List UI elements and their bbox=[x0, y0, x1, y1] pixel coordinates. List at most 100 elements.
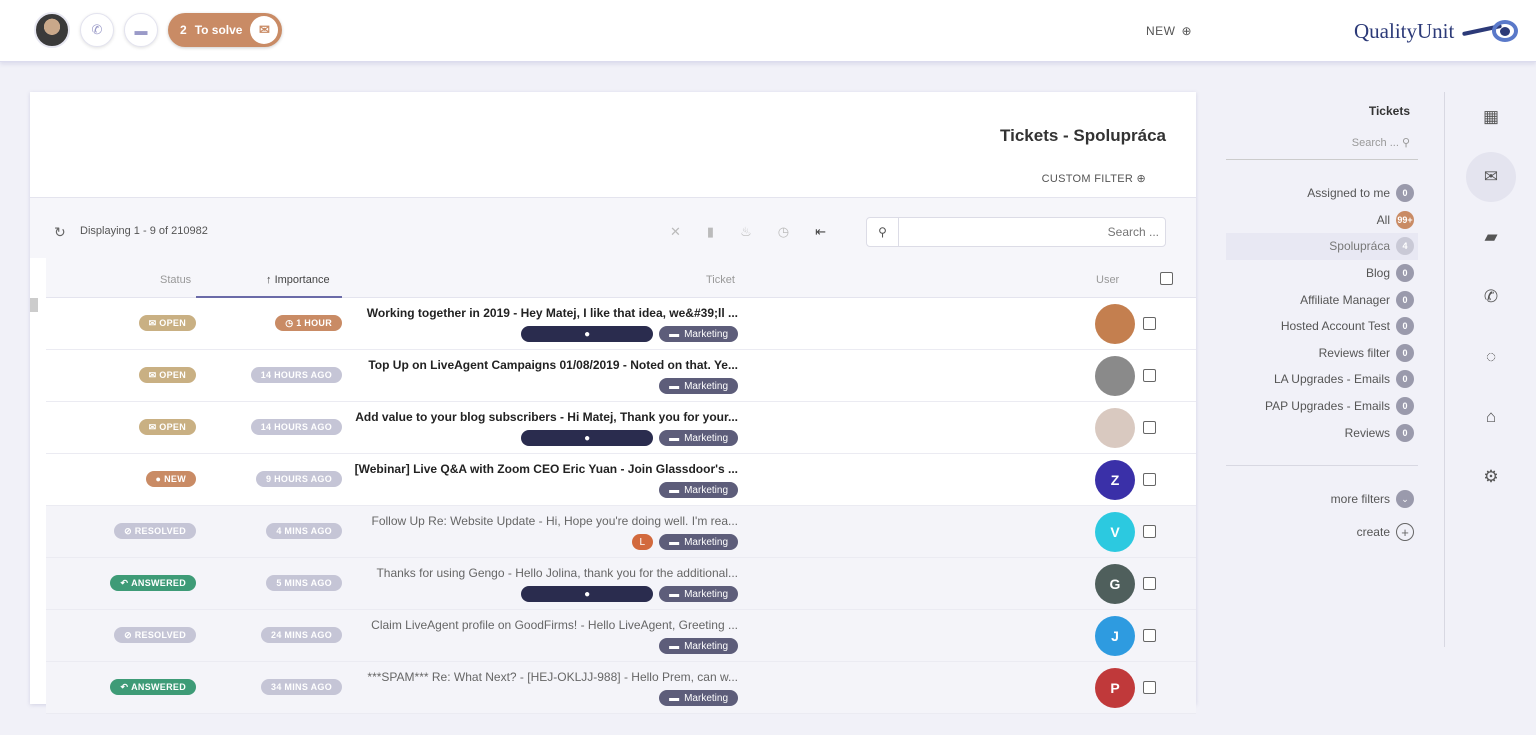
row-checkbox[interactable] bbox=[1143, 577, 1156, 590]
row-checkbox[interactable] bbox=[1143, 421, 1156, 434]
column-importance[interactable]: ↑ Importance bbox=[266, 274, 330, 286]
scrollbar-thumb[interactable] bbox=[30, 298, 38, 312]
sidebar-item-affiliate-manager[interactable]: Affiliate Manager 0 bbox=[1226, 286, 1418, 313]
ticket-subject[interactable]: [Webinar] Live Q&A with Zoom CEO Eric Yu… bbox=[318, 462, 738, 476]
sidebar-item-reviews-filter[interactable]: Reviews filter 0 bbox=[1226, 340, 1418, 367]
sidebar-item-la-upgrades-emails[interactable]: LA Upgrades - Emails 0 bbox=[1226, 366, 1418, 393]
phone-icon: ✆ bbox=[1483, 287, 1499, 306]
sidebar-item-all[interactable]: All 99+ bbox=[1226, 207, 1418, 234]
ticket-subject[interactable]: Claim LiveAgent profile on GoodFirms! - … bbox=[318, 618, 738, 632]
sidebar-item-hosted-account-test[interactable]: Hosted Account Test 0 bbox=[1226, 313, 1418, 340]
table-row[interactable]: G Thanks for using Gengo - Hello Jolina,… bbox=[46, 558, 1196, 610]
ticket-subject[interactable]: Add value to your blog subscribers - Hi … bbox=[318, 410, 738, 424]
sidebar-item-label: LA Upgrades - Emails bbox=[1273, 372, 1390, 387]
nav-rail: ▦ ✉ ▰ ✆ ◌ ⌂ ⚙ bbox=[1458, 92, 1524, 512]
nav-reports[interactable]: ◌ bbox=[1466, 332, 1516, 382]
phone-button[interactable]: ✆ bbox=[80, 13, 114, 47]
tag-l: L bbox=[631, 534, 654, 550]
table-row[interactable]: Working together in 2019 - Hey Matej, I … bbox=[46, 298, 1196, 350]
sidebar-item-pap-upgrades-emails[interactable]: PAP Upgrades - Emails 0 bbox=[1226, 393, 1418, 420]
user-avatar[interactable] bbox=[34, 12, 70, 48]
table-row[interactable]: Z [Webinar] Live Q&A with Zoom CEO Eric … bbox=[46, 454, 1196, 506]
logo: QualityUnit bbox=[1354, 14, 1526, 48]
row-checkbox[interactable] bbox=[1143, 525, 1156, 538]
table-row[interactable]: Top Up on LiveAgent Campaigns 01/08/2019… bbox=[46, 350, 1196, 402]
trash-icon[interactable]: ▮ bbox=[707, 224, 714, 240]
chat-button[interactable]: ▬ bbox=[124, 13, 158, 47]
fire-icon[interactable]: ♨ bbox=[740, 224, 752, 240]
refresh-icon[interactable]: ↻ bbox=[54, 224, 66, 241]
column-ticket[interactable]: Ticket bbox=[706, 274, 735, 286]
status-badge: ✉ OPEN bbox=[138, 315, 196, 331]
column-user[interactable]: User bbox=[1096, 274, 1119, 286]
sidebar-search[interactable]: Search ... ⚲ bbox=[1226, 136, 1418, 160]
create-filter-button[interactable]: create + bbox=[1357, 523, 1414, 541]
filter-count: 0 bbox=[1396, 264, 1414, 283]
sidebar-item-reviews[interactable]: Reviews 0 bbox=[1226, 419, 1418, 446]
search-icon: ⚲ bbox=[1401, 137, 1410, 149]
sidebar-item-label: Spolupráca bbox=[1329, 239, 1390, 254]
nav-settings[interactable]: ⚙ bbox=[1466, 452, 1516, 502]
tag-marketing: ▬ Marketing bbox=[659, 690, 738, 706]
search-icon[interactable]: ⚲ bbox=[867, 218, 899, 246]
table-row[interactable]: Add value to your blog subscribers - Hi … bbox=[46, 402, 1196, 454]
tag-marketing: ▬ Marketing bbox=[659, 534, 738, 550]
status-icon: ⊘ bbox=[124, 629, 135, 640]
nav-knowledgebase[interactable]: ⌂ bbox=[1466, 392, 1516, 442]
row-checkbox[interactable] bbox=[1143, 473, 1156, 486]
nav-dashboard[interactable]: ▦ bbox=[1466, 92, 1516, 142]
ticket-subject[interactable]: Thanks for using Gengo - Hello Jolina, t… bbox=[318, 566, 738, 580]
nav-chats[interactable]: ▰ bbox=[1466, 212, 1516, 262]
importance-badge: ◷ 1 HOUR bbox=[275, 315, 342, 331]
sidebar-divider bbox=[1444, 92, 1445, 647]
panel-header: Tickets - Spolupráca CUSTOM FILTER ⊕ bbox=[30, 92, 1196, 198]
importance-badge: 24 MINS AGO bbox=[261, 627, 342, 643]
nav-calls[interactable]: ✆ bbox=[1466, 272, 1516, 322]
importance-badge: 5 MINS AGO bbox=[266, 575, 342, 591]
folder-icon: ▬ bbox=[669, 484, 680, 496]
custom-filter-label: CUSTOM FILTER bbox=[1041, 173, 1134, 185]
column-status[interactable]: Status bbox=[160, 274, 191, 286]
tag-marketing: ▬ Marketing bbox=[659, 482, 738, 498]
more-filters-button[interactable]: more filters ⌄ bbox=[1331, 490, 1414, 508]
ticket-tags: ▬ Marketing ● bbox=[521, 326, 738, 342]
ticket-subject[interactable]: Follow Up Re: Website Update - Hi, Hope … bbox=[318, 514, 738, 528]
to-solve-count: 2 bbox=[180, 23, 187, 37]
row-checkbox[interactable] bbox=[1143, 629, 1156, 642]
ticket-tags: ▬ Marketing bbox=[659, 378, 738, 394]
importance-badge: 34 MINS AGO bbox=[261, 679, 342, 695]
clock-icon[interactable]: ◷ bbox=[778, 224, 789, 240]
table-row[interactable]: P ***SPAM*** Re: What Next? - [HEJ-OKLJJ… bbox=[46, 662, 1196, 714]
avatar: G bbox=[1095, 564, 1135, 604]
table-row[interactable]: V Follow Up Re: Website Update - Hi, Hop… bbox=[46, 506, 1196, 558]
custom-filter-button[interactable]: CUSTOM FILTER ⊕ bbox=[1042, 172, 1146, 185]
status-icon: ✉ bbox=[148, 369, 160, 380]
ticket-list: Working together in 2019 - Hey Matej, I … bbox=[46, 298, 1196, 714]
eye-logo-icon bbox=[1462, 14, 1526, 48]
sidebar-item-spolupr-ca[interactable]: Spolupráca 4 bbox=[1226, 233, 1418, 260]
ticket-tags: ▬ Marketing bbox=[659, 638, 738, 654]
row-checkbox[interactable] bbox=[1143, 369, 1156, 382]
row-checkbox[interactable] bbox=[1143, 317, 1156, 330]
select-all-checkbox[interactable] bbox=[1160, 272, 1173, 285]
ticket-subject[interactable]: Top Up on LiveAgent Campaigns 01/08/2019… bbox=[318, 358, 738, 372]
table-row[interactable]: J Claim LiveAgent profile on GoodFirms! … bbox=[46, 610, 1196, 662]
to-solve-button[interactable]: 2 To solve ✉ bbox=[168, 13, 283, 47]
row-checkbox[interactable] bbox=[1143, 681, 1156, 694]
status-icon: ✉ bbox=[148, 317, 160, 328]
importance-badge: 4 MINS AGO bbox=[266, 523, 342, 539]
status-icon: ✉ bbox=[148, 421, 160, 432]
transfer-icon[interactable]: ⇤ bbox=[815, 224, 826, 240]
nav-tickets[interactable]: ✉ bbox=[1466, 152, 1516, 202]
sidebar-item-blog[interactable]: Blog 0 bbox=[1226, 260, 1418, 287]
tag-marketing: ▬ Marketing bbox=[659, 326, 738, 342]
merge-icon[interactable]: ✕ bbox=[670, 224, 681, 240]
ticket-subject[interactable]: ***SPAM*** Re: What Next? - [HEJ-OKLJJ-9… bbox=[318, 670, 738, 684]
sidebar-item-assigned-to-me[interactable]: Assigned to me 0 bbox=[1226, 180, 1418, 207]
new-button[interactable]: NEW ⊕ bbox=[1146, 24, 1192, 38]
tag-marketing: ▬ Marketing bbox=[659, 378, 738, 394]
top-bar: ✆ ▬ 2 To solve ✉ NEW ⊕ QualityUnit bbox=[0, 0, 1536, 62]
ticket-search-input[interactable] bbox=[901, 222, 1159, 242]
ticket-subject[interactable]: Working together in 2019 - Hey Matej, I … bbox=[318, 306, 738, 320]
plus-icon: + bbox=[1396, 523, 1414, 541]
